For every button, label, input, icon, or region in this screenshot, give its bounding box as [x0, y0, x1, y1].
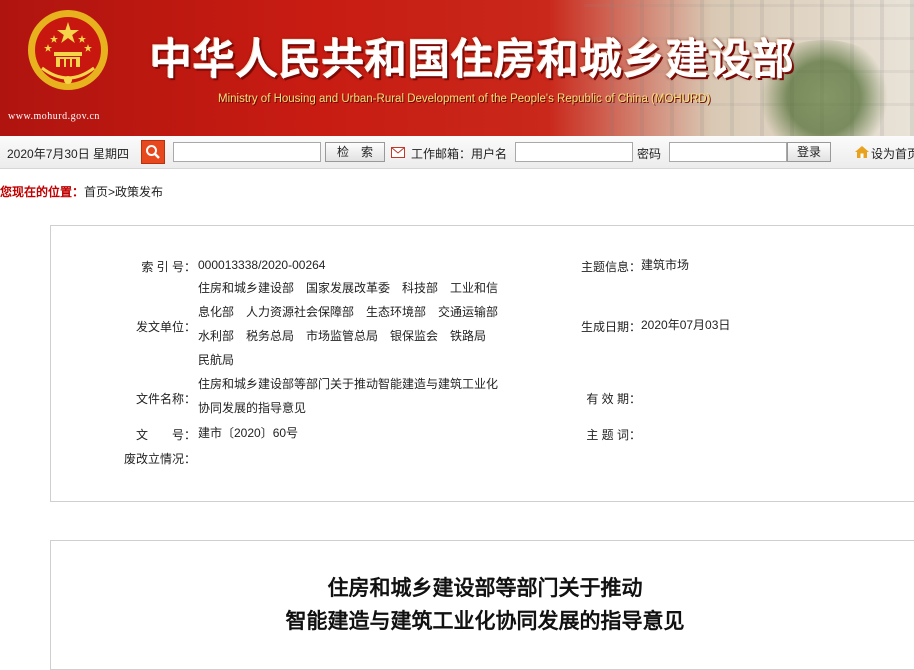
document-title-line-1: 住房和城乡建设部等部门关于推动 — [327, 576, 643, 600]
mail-username-label: 工作邮箱：用户名 — [411, 147, 508, 161]
doc-number-value: 建市〔2020〕60号 — [198, 426, 299, 440]
issuer-value: 住房和城乡建设部 国家发展改革委 科技部 工业和信息化部 人力资源社会保障部 生… — [198, 281, 511, 367]
search-input[interactable] — [173, 142, 321, 162]
home-icon — [855, 146, 869, 158]
set-homepage-link[interactable]: 设为首页 — [871, 145, 914, 162]
breadcrumb-separator: > — [108, 185, 116, 199]
validity-label: 有 效 期： — [586, 392, 641, 406]
site-url[interactable]: www.mohurd.gov.cn — [8, 111, 100, 122]
search-button[interactable]: 检 索 — [325, 142, 385, 162]
generated-date-label: 生成日期： — [580, 320, 641, 334]
search-icon[interactable] — [141, 140, 165, 164]
breadcrumb: 您现在的位置：首页>政策发布 — [0, 183, 163, 200]
password-input[interactable] — [669, 142, 787, 162]
status-label: 废改立情况： — [123, 452, 196, 466]
issuer-label: 发文单位： — [135, 320, 196, 334]
mail-icon — [391, 147, 405, 158]
document-metadata-panel: 索 引 号： 000013338/2020-00264 主题信息： 建筑市场 发… — [50, 225, 914, 502]
doc-number-label: 文 号： — [135, 428, 196, 442]
subject-words-label: 主 题 词： — [586, 428, 641, 442]
document-title-line-2: 智能建造与建筑工业化协同发展的指导意见 — [285, 609, 685, 633]
topic-label: 主题信息： — [580, 260, 641, 274]
top-toolbar: 2020年7月30日 星期四 检 索 工作邮箱：用户名 密码 登录 设为首页 — [0, 136, 914, 169]
current-date: 2020年7月30日 星期四 — [7, 147, 130, 161]
username-input[interactable] — [515, 142, 633, 162]
ministry-title-cn: 中华人民共和国住房和城乡建设部 — [150, 35, 796, 84]
national-emblem-icon — [28, 10, 108, 90]
login-button[interactable]: 登录 — [787, 142, 831, 162]
breadcrumb-home[interactable]: 首页 — [84, 185, 108, 199]
ministry-title-en: Ministry of Housing and Urban-Rural Deve… — [218, 93, 711, 105]
breadcrumb-policy[interactable]: 政策发布 — [115, 185, 163, 199]
topic-value: 建筑市场 — [641, 258, 690, 272]
index-number-label: 索 引 号： — [141, 260, 196, 274]
filename-label: 文件名称： — [135, 392, 196, 406]
generated-date-value: 2020年07月03日 — [641, 318, 731, 332]
index-number-value: 000013338/2020-00264 — [198, 258, 326, 272]
password-label: 密码 — [637, 147, 662, 161]
breadcrumb-prefix: 您现在的位置： — [0, 185, 85, 199]
header-banner: www.mohurd.gov.cn 中华人民共和国住房和城乡建设部 Minist… — [0, 0, 914, 136]
filename-value: 住房和城乡建设部等部门关于推动智能建造与建筑工业化协同发展的指导意见 — [198, 377, 499, 415]
